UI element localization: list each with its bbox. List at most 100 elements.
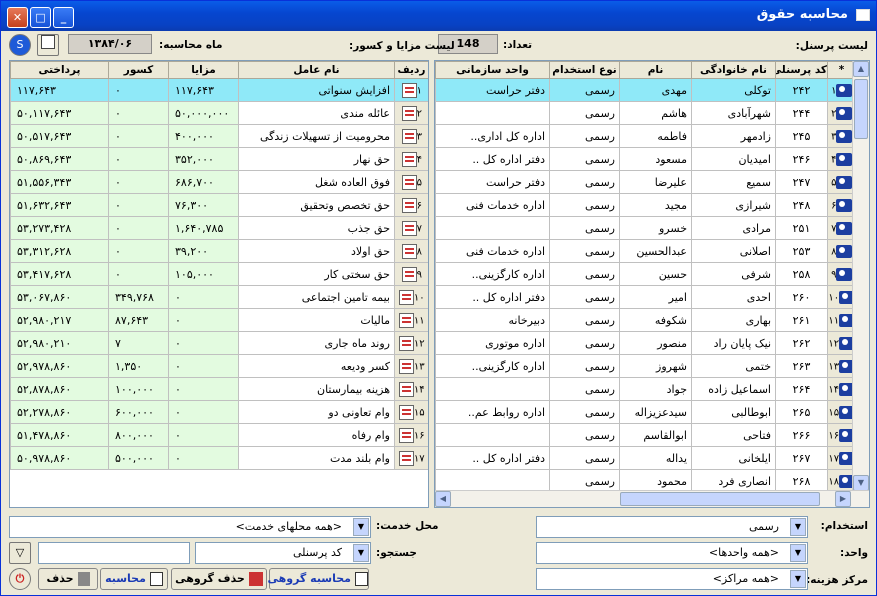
personnel-row[interactable]: ۱ ۲۴۲ توکلی مهدی رسمی دفتر حراست bbox=[435, 78, 856, 102]
row-header[interactable]: ۶ bbox=[394, 193, 428, 217]
item-row[interactable]: ۷ حق جذب ۱,۶۴۰,۷۸۵ ۰ ۵۳,۲۷۳,۴۲۸ bbox=[10, 216, 428, 240]
item-row[interactable]: ۲ عائله مندی ۵۰,۰۰۰,۰۰۰ ۰ ۵۰,۱۱۷,۶۴۳ bbox=[10, 101, 428, 125]
employment-select[interactable]: رسمی ▼ bbox=[536, 516, 808, 538]
scroll-right-arrow[interactable]: ▶ bbox=[835, 491, 851, 507]
row-header[interactable]: ۹ bbox=[394, 262, 428, 286]
personnel-col-header[interactable]: کد پرسنلی bbox=[775, 61, 828, 79]
items-col-header[interactable]: پرداختی bbox=[10, 61, 109, 79]
row-header[interactable]: ۱۰ bbox=[394, 285, 428, 309]
personnel-row[interactable]: ۱۶ ۲۶۶ فتاحی ابوالقاسم رسمی bbox=[435, 423, 856, 447]
personnel-row[interactable]: ۱۷ ۲۶۷ ایلخانی یداله رسمی دفتر اداره کل .. bbox=[435, 446, 856, 470]
row-header[interactable]: ۱۶ bbox=[394, 423, 428, 447]
personnel-row[interactable]: ۲ ۲۴۴ شهرآبادی هاشم رسمی bbox=[435, 101, 856, 125]
row-index: ۲ bbox=[416, 108, 422, 119]
personnel-row[interactable]: ۸ ۲۵۳ اصلانی عبدالحسین رسمی اداره خدمات فنی bbox=[435, 239, 856, 263]
personnel-row[interactable]: ۱۲ ۲۶۲ نیک پایان راد منصور رسمی اداره موتوری bbox=[435, 331, 856, 355]
item-row[interactable]: ۱۶ وام رفاه ۰ ۸۰۰,۰۰۰ ۵۱,۴۷۸,۸۶۰ bbox=[10, 423, 428, 447]
personnel-row[interactable]: ۱۳ ۲۶۳ ختمی شهروز رسمی اداره کارگزینی.. bbox=[435, 354, 856, 378]
row-index: ۱۰ bbox=[828, 292, 840, 303]
chevron-down-icon[interactable]: ▼ bbox=[353, 518, 369, 536]
items-col-header[interactable]: مزایا bbox=[168, 61, 239, 79]
item-cell-name: عائله مندی bbox=[238, 101, 395, 125]
search-field-select[interactable]: کد پرسنلی ▼ bbox=[195, 542, 371, 564]
chevron-down-icon[interactable]: ▼ bbox=[790, 570, 806, 588]
delete-button[interactable]: حذف bbox=[38, 568, 98, 590]
row-header[interactable]: ۱۲ bbox=[394, 331, 428, 355]
personnel-row[interactable]: ۶ ۲۴۸ شیرازی مجید رسمی اداره خدمات فنی bbox=[435, 193, 856, 217]
item-row[interactable]: ۸ حق اولاد ۳۹,۲۰۰ ۰ ۵۳,۳۱۲,۶۲۸ bbox=[10, 239, 428, 263]
group-delete-button[interactable]: حذف گروهی bbox=[171, 568, 267, 590]
items-col-header[interactable]: ردیف bbox=[394, 61, 428, 79]
chevron-down-icon[interactable]: ▼ bbox=[353, 544, 369, 562]
item-row[interactable]: ۹ حق سختی کار ۱۰۵,۰۰۰ ۰ ۵۳,۴۱۷,۶۲۸ bbox=[10, 262, 428, 286]
personnel-row[interactable]: ۹ ۲۵۸ شرفی حسین رسمی اداره کارگزینی.. bbox=[435, 262, 856, 286]
row-index: ۱۲ bbox=[413, 338, 425, 349]
calc-button[interactable]: محاسبه bbox=[100, 568, 168, 590]
item-row[interactable]: ۱۱ مالیات ۰ ۸۷,۶۴۳ ۵۲,۹۸۰,۲۱۷ bbox=[10, 308, 428, 332]
row-header[interactable]: ۷ bbox=[394, 216, 428, 240]
row-header[interactable]: ۸ bbox=[394, 239, 428, 263]
personnel-col-header[interactable]: نام خانوادگی bbox=[691, 61, 776, 79]
item-row[interactable]: ۱۰ بیمه تامین اجتماعی ۰ ۳۴۹,۷۶۸ ۵۳,۰۶۷,۸۶۰ bbox=[10, 285, 428, 309]
item-row[interactable]: ۱۵ وام تعاونی دو ۰ ۶۰۰,۰۰۰ ۵۲,۲۷۸,۸۶۰ bbox=[10, 400, 428, 424]
item-cell-paid: ۵۱,۶۳۲,۶۴۳ bbox=[10, 193, 109, 217]
item-row[interactable]: ۵ فوق العاده شغل ۶۸۶,۷۰۰ ۰ ۵۱,۵۵۶,۳۴۳ bbox=[10, 170, 428, 194]
filter-button[interactable]: ▽ bbox=[9, 542, 31, 564]
month-select-button[interactable] bbox=[37, 34, 59, 56]
row-header[interactable]: ۵ bbox=[394, 170, 428, 194]
item-row[interactable]: ۱۲ روند ماه جاری ۰ ۷ ۵۲,۹۸۰,۲۱۰ bbox=[10, 331, 428, 355]
row-header[interactable]: ۱۷ bbox=[394, 446, 428, 470]
personnel-row[interactable]: ۱۵ ۲۶۵ ابوطالبی سیدعزیزاله رسمی اداره روابط ع… bbox=[435, 400, 856, 424]
personnel-col-header[interactable]: نام bbox=[619, 61, 692, 79]
row-header[interactable]: ۱۵ bbox=[394, 400, 428, 424]
item-row[interactable]: ۴ حق نهار ۳۵۲,۰۰۰ ۰ ۵۰,۸۶۹,۶۴۳ bbox=[10, 147, 428, 171]
personnel-row[interactable]: ۷ ۲۵۱ مرادی خسرو رسمی bbox=[435, 216, 856, 240]
hscroll-thumb[interactable] bbox=[620, 492, 820, 506]
group-calc-button[interactable]: محاسبه گروهی bbox=[267, 568, 369, 590]
row-header[interactable]: ۴ bbox=[394, 147, 428, 171]
personnel-col-header[interactable]: نوع استخدام bbox=[549, 61, 620, 79]
personnel-cell-first: علیرضا bbox=[619, 170, 692, 194]
cost-center-select[interactable]: <همه مراکز> ▼ bbox=[536, 568, 808, 590]
personnel-col-header[interactable]: واحد سازمانی bbox=[435, 61, 550, 79]
personnel-row[interactable]: ۳ ۲۴۵ زادمهر فاطمه رسمی اداره کل اداری.. bbox=[435, 124, 856, 148]
item-cell-paid: ۵۲,۸۷۸,۸۶۰ bbox=[10, 377, 109, 401]
items-col-header[interactable]: کسور bbox=[108, 61, 169, 79]
scroll-left-arrow[interactable]: ◀ bbox=[435, 491, 451, 507]
item-row[interactable]: ۱۷ وام بلند مدت ۰ ۵۰۰,۰۰۰ ۵۰,۹۷۸,۸۶۰ bbox=[10, 446, 428, 470]
personnel-row[interactable]: ۱۱ ۲۶۱ بهاری شکوفه رسمی دبیرخانه bbox=[435, 308, 856, 332]
personnel-row[interactable]: ۴ ۲۴۶ امیدیان مسعود رسمی دفتر اداره کل .. bbox=[435, 147, 856, 171]
row-header[interactable]: ۱ bbox=[394, 78, 428, 102]
personnel-row[interactable]: ۱۰ ۲۶۰ احدی امیر رسمی دفتر اداره کل .. bbox=[435, 285, 856, 309]
help-button[interactable]: S bbox=[9, 34, 31, 56]
row-header[interactable]: ۳ bbox=[394, 124, 428, 148]
maximize-button[interactable]: □ bbox=[30, 7, 51, 28]
items-col-header[interactable]: نام عامل bbox=[238, 61, 395, 79]
scroll-thumb[interactable] bbox=[854, 79, 868, 139]
row-header[interactable]: ۱۴ bbox=[394, 377, 428, 401]
personnel-row[interactable]: ۱۴ ۲۶۴ اسماعیل زاده جواد رسمی bbox=[435, 377, 856, 401]
item-row[interactable]: ۱۴ هزینه بیمارستان ۰ ۱۰۰,۰۰۰ ۵۲,۸۷۸,۸۶۰ bbox=[10, 377, 428, 401]
item-row[interactable]: ۱۳ کسر ودیعه ۰ ۱,۳۵۰ ۵۲,۹۷۸,۸۶۰ bbox=[10, 354, 428, 378]
service-place-select[interactable]: <همه محلهای خدمت> ▼ bbox=[9, 516, 371, 538]
personnel-vscroll[interactable]: ▲ ▼ bbox=[852, 61, 869, 491]
item-row[interactable]: ۶ حق تخصص وتحقیق ۷۶,۳۰۰ ۰ ۵۱,۶۳۲,۶۴۳ bbox=[10, 193, 428, 217]
minimize-button[interactable]: _ bbox=[53, 7, 74, 28]
row-header[interactable]: ۱۱ bbox=[394, 308, 428, 332]
item-row[interactable]: ۱ افزایش سنواتی ۱۱۷,۶۴۳ ۰ ۱۱۷,۶۴۳ bbox=[10, 78, 428, 102]
personnel-list-label: لیست پرسنل: bbox=[795, 40, 868, 52]
row-header[interactable]: ۱۳ bbox=[394, 354, 428, 378]
personnel-row[interactable]: ۵ ۲۴۷ سمیع علیرضا رسمی دفتر حراست bbox=[435, 170, 856, 194]
unit-select[interactable]: <همه واحدها> ▼ bbox=[536, 542, 808, 564]
personnel-hscroll[interactable]: ◀ ▶ bbox=[435, 490, 869, 507]
personnel-cell-first: شهروز bbox=[619, 354, 692, 378]
exit-button[interactable]: ⏻ bbox=[9, 568, 31, 590]
scroll-up-arrow[interactable]: ▲ bbox=[853, 61, 869, 77]
chevron-down-icon[interactable]: ▼ bbox=[790, 518, 806, 536]
search-input[interactable] bbox=[38, 542, 190, 564]
scroll-down-arrow[interactable]: ▼ bbox=[853, 475, 869, 491]
close-button[interactable]: ✕ bbox=[7, 7, 28, 28]
row-header[interactable]: ۲ bbox=[394, 101, 428, 125]
chevron-down-icon[interactable]: ▼ bbox=[790, 544, 806, 562]
item-row[interactable]: ۳ محرومیت از تسهیلات زندگی ۴۰۰,۰۰۰ ۰ ۵۰,۵۱۷,… bbox=[10, 124, 428, 148]
